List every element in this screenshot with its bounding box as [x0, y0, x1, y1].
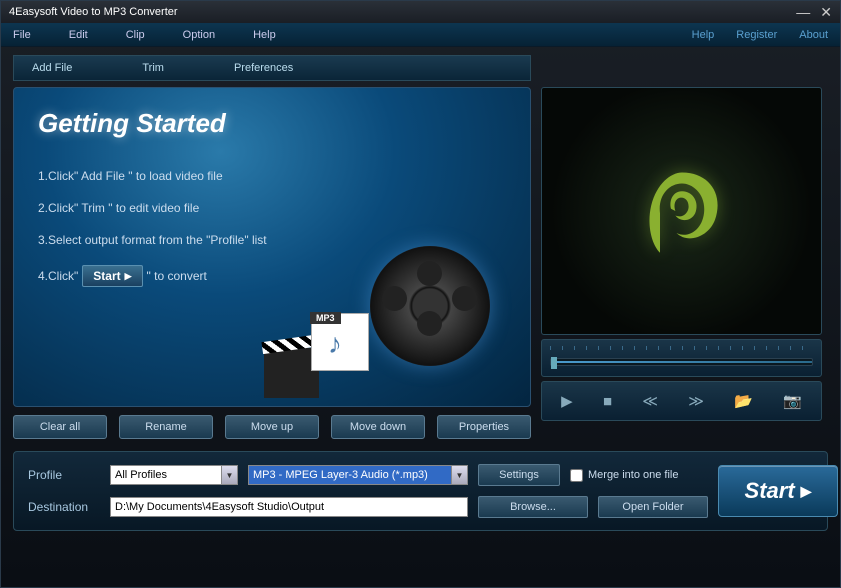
- panel-title: Getting Started: [38, 108, 506, 139]
- toolbar-add-file[interactable]: Add File: [32, 62, 72, 74]
- start-inline-button: Start: [82, 265, 142, 287]
- menu-file[interactable]: File: [13, 29, 31, 41]
- start-button[interactable]: Start: [718, 465, 838, 517]
- link-help[interactable]: Help: [692, 29, 715, 41]
- window-title: 4Easysoft Video to MP3 Converter: [9, 6, 796, 18]
- snapshot-icon[interactable]: 📷: [783, 392, 802, 410]
- settings-button[interactable]: Settings: [478, 464, 560, 486]
- chevron-down-icon: ▼: [221, 466, 237, 484]
- stop-icon[interactable]: ■: [603, 393, 612, 410]
- video-preview: [541, 87, 822, 335]
- menu-edit[interactable]: Edit: [69, 29, 88, 41]
- chevron-down-icon: ▼: [451, 466, 467, 484]
- open-icon[interactable]: 📂: [734, 392, 753, 410]
- mp3-graphic: ♪: [264, 313, 369, 398]
- menubar: File Edit Clip Option Help Help Register…: [1, 23, 840, 47]
- destination-label: Destination: [28, 500, 100, 514]
- minimize-icon[interactable]: —: [796, 5, 810, 19]
- clear-all-button[interactable]: Clear all: [13, 415, 107, 439]
- profile-filter-select[interactable]: All Profiles ▼: [110, 465, 238, 485]
- titlebar: 4Easysoft Video to MP3 Converter — ✕: [1, 1, 840, 23]
- browse-button[interactable]: Browse...: [478, 496, 588, 518]
- move-up-button[interactable]: Move up: [225, 415, 319, 439]
- toolbar-preferences[interactable]: Preferences: [234, 62, 293, 74]
- next-icon[interactable]: ≫: [688, 392, 704, 410]
- prev-icon[interactable]: ≪: [642, 392, 658, 410]
- step-2: 2.Click" Trim " to edit video file: [38, 201, 506, 215]
- open-folder-button[interactable]: Open Folder: [598, 496, 708, 518]
- menu-help[interactable]: Help: [253, 29, 276, 41]
- app-window: 4Easysoft Video to MP3 Converter — ✕ Fil…: [0, 0, 841, 588]
- link-register[interactable]: Register: [736, 29, 777, 41]
- getting-started-panel: Getting Started 1.Click" Add File " to l…: [13, 87, 531, 407]
- logo-icon: [627, 156, 737, 266]
- step-1: 1.Click" Add File " to load video file: [38, 169, 506, 183]
- close-icon[interactable]: ✕: [820, 5, 832, 19]
- move-down-button[interactable]: Move down: [331, 415, 425, 439]
- properties-button[interactable]: Properties: [437, 415, 531, 439]
- link-about[interactable]: About: [799, 29, 828, 41]
- rename-button[interactable]: Rename: [119, 415, 213, 439]
- merge-checkbox[interactable]: Merge into one file: [570, 469, 708, 482]
- toolbar: Add File Trim Preferences: [13, 55, 531, 81]
- menu-option[interactable]: Option: [183, 29, 215, 41]
- seek-area: [541, 339, 822, 377]
- profile-label: Profile: [28, 468, 100, 482]
- bottom-panel: Profile All Profiles ▼ MP3 - MPEG Layer-…: [13, 451, 828, 531]
- play-icon[interactable]: ▶: [561, 392, 573, 410]
- seek-bar[interactable]: [550, 358, 813, 366]
- profile-format-select[interactable]: MP3 - MPEG Layer-3 Audio (*.mp3) ▼: [248, 465, 468, 485]
- toolbar-trim[interactable]: Trim: [142, 62, 164, 74]
- destination-input[interactable]: D:\My Documents\4Easysoft Studio\Output: [110, 497, 468, 517]
- menu-clip[interactable]: Clip: [126, 29, 145, 41]
